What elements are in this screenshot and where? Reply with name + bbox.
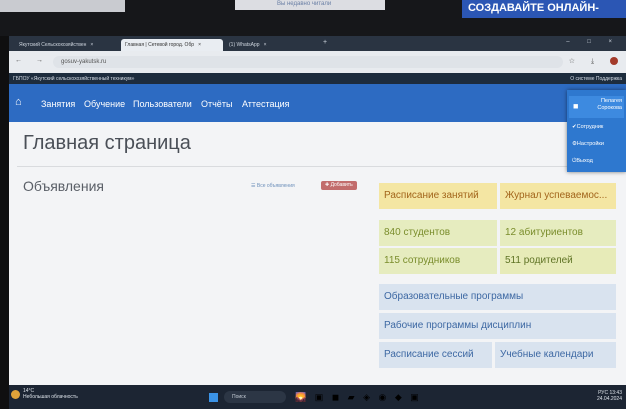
background-strip: Вы недавно читали СОЗДАВАЙТЕ ОНЛАЙН- [0, 0, 626, 36]
tile-academic-calendars[interactable]: Учебные календари [495, 342, 616, 368]
tab-label: Якутский Сельскохозяйствен [19, 42, 87, 48]
tab-yakutsk[interactable]: Якутский Сельскохозяйствен × [15, 39, 119, 51]
main-navbar: ⌂ Занятия Обучение Пользователи Отчёты А… [9, 84, 626, 122]
weather-icon [11, 390, 20, 399]
photo-frame: Вы недавно читали СОЗДАВАЙТЕ ОНЛАЙН- Яку… [0, 0, 626, 409]
os-taskbar: 14°C Небольшая облачность Поиск 🌄 ▣ ◼ ▰ … [9, 385, 626, 409]
star-icon[interactable]: ☆ ⤓ [569, 58, 601, 65]
user-name: Пелагея Сорокова [597, 98, 622, 111]
site-header-links[interactable]: О системе Поддержка [570, 76, 622, 82]
tile-session-schedule[interactable]: Расписание сессий [379, 342, 492, 368]
system-tray[interactable]: РУС 13:43 24.04.2024 [597, 390, 622, 402]
tile-educational-programs[interactable]: Образовательные программы [379, 284, 616, 310]
site-header-bar: ГБПОУ «Якутский сельскохозяйственный тех… [9, 73, 626, 84]
user-menu-header[interactable]: ■ Пелагея Сорокова [569, 96, 624, 118]
clock-date: 24.04.2024 [596, 396, 622, 402]
announcements-heading: Объявления [23, 178, 104, 194]
new-tab-button[interactable]: + [323, 39, 327, 46]
tile-gradebook[interactable]: Журнал успеваемос... [500, 183, 616, 209]
menu-item-employee[interactable]: ✔Сотрудник [572, 124, 603, 130]
recent-reads-bar: Вы недавно читали [235, 0, 385, 10]
user-icon: ■ [573, 101, 579, 111]
tile-students[interactable]: 840 студентов [379, 220, 497, 246]
pinned-apps[interactable]: 🌄 ▣ ◼ ▰ ◈ ◉ ◆ ▣ [295, 392, 422, 403]
menu-item-logout[interactable]: ⏻Выход [572, 158, 593, 165]
close-icon[interactable]: × [264, 42, 267, 48]
weather-widget[interactable]: 14°C Небольшая облачность [23, 388, 78, 400]
home-icon[interactable]: ⌂ [15, 96, 22, 108]
url-field[interactable]: gosuv-yakutsk.ru [53, 56, 563, 68]
site-name[interactable]: ГБПОУ «Якутский сельскохозяйственный тех… [13, 76, 134, 82]
tile-applicants[interactable]: 12 абитуриентов [500, 220, 616, 246]
nav-item-learning[interactable]: Обучение [84, 99, 125, 109]
tile-staff[interactable]: 115 сотрудников [379, 248, 497, 274]
tab-whatsapp[interactable]: (1) WhatsApp × [225, 39, 317, 51]
nav-item-reports[interactable]: Отчёты [201, 99, 232, 109]
tile-schedule[interactable]: Расписание занятий [379, 183, 497, 209]
close-icon[interactable]: × [198, 42, 201, 48]
taskbar-search[interactable]: Поиск [224, 391, 286, 403]
main-content: Главная страница Объявления ☰ Все объявл… [9, 122, 626, 385]
screen-glare [0, 0, 125, 12]
tab-main[interactable]: Главная | Сетевой город. Обр × [121, 39, 223, 51]
promo-banner: СОЗДАВАЙТЕ ОНЛАЙН- [462, 0, 626, 18]
menu-item-settings[interactable]: ⚙Настройки [572, 141, 604, 147]
tab-label: Главная | Сетевой город. Обр [125, 42, 195, 48]
tile-parents[interactable]: 511 родителей [500, 248, 616, 274]
nav-item-attestation[interactable]: Аттестация [242, 99, 290, 109]
nav-item-classes[interactable]: Занятия [41, 99, 75, 109]
recent-reads-text: Вы недавно читали [277, 1, 332, 7]
tab-label: (1) WhatsApp [229, 42, 260, 48]
tile-work-programs[interactable]: Рабочие программы дисциплин [379, 313, 616, 339]
window-controls[interactable]: – □ × [566, 39, 620, 45]
close-icon[interactable]: × [90, 42, 93, 48]
add-announcement-button[interactable]: ✚ Добавить [321, 181, 357, 190]
profile-icon[interactable] [610, 57, 618, 66]
nav-item-users[interactable]: Пользователи [133, 99, 192, 109]
user-menu: ■ Пелагея Сорокова ✔Сотрудник ⚙Настройки… [567, 90, 626, 172]
browser-tabstrip: Якутский Сельскохозяйствен × Главная | Се… [9, 36, 626, 51]
page-title: Главная страница [23, 132, 191, 154]
divider [17, 166, 617, 167]
weather-text: Небольшая облачность [23, 394, 78, 400]
all-announcements-link[interactable]: ☰ Все объявления [251, 183, 295, 189]
address-bar-row: ← → C gosuv-yakutsk.ru ☆ ⤓ [9, 51, 626, 73]
start-icon[interactable] [209, 393, 218, 402]
browser-toolbar-icons: ☆ ⤓ [569, 57, 618, 66]
